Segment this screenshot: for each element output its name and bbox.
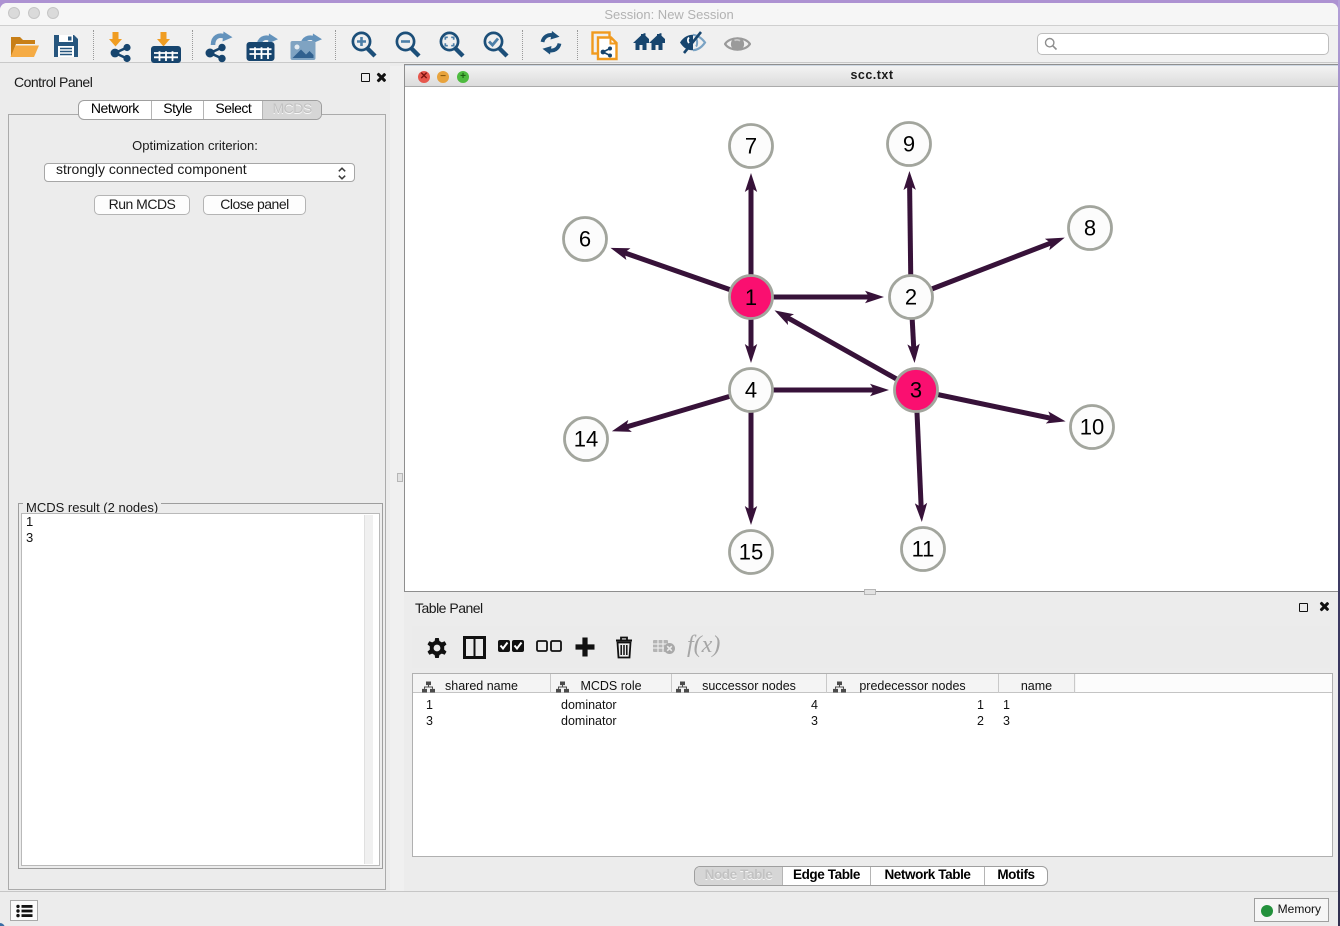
svg-text:2: 2 <box>905 285 917 310</box>
svg-text:9: 9 <box>903 132 915 157</box>
svg-text:7: 7 <box>745 134 757 159</box>
svg-text:8: 8 <box>1084 216 1096 241</box>
svg-text:10: 10 <box>1080 415 1104 440</box>
svg-text:4: 4 <box>745 378 757 403</box>
svg-text:15: 15 <box>739 540 763 565</box>
svg-text:3: 3 <box>910 378 922 403</box>
svg-text:11: 11 <box>912 537 935 562</box>
svg-text:14: 14 <box>574 427 598 452</box>
svg-text:1: 1 <box>745 285 757 310</box>
svg-text:6: 6 <box>579 227 591 252</box>
